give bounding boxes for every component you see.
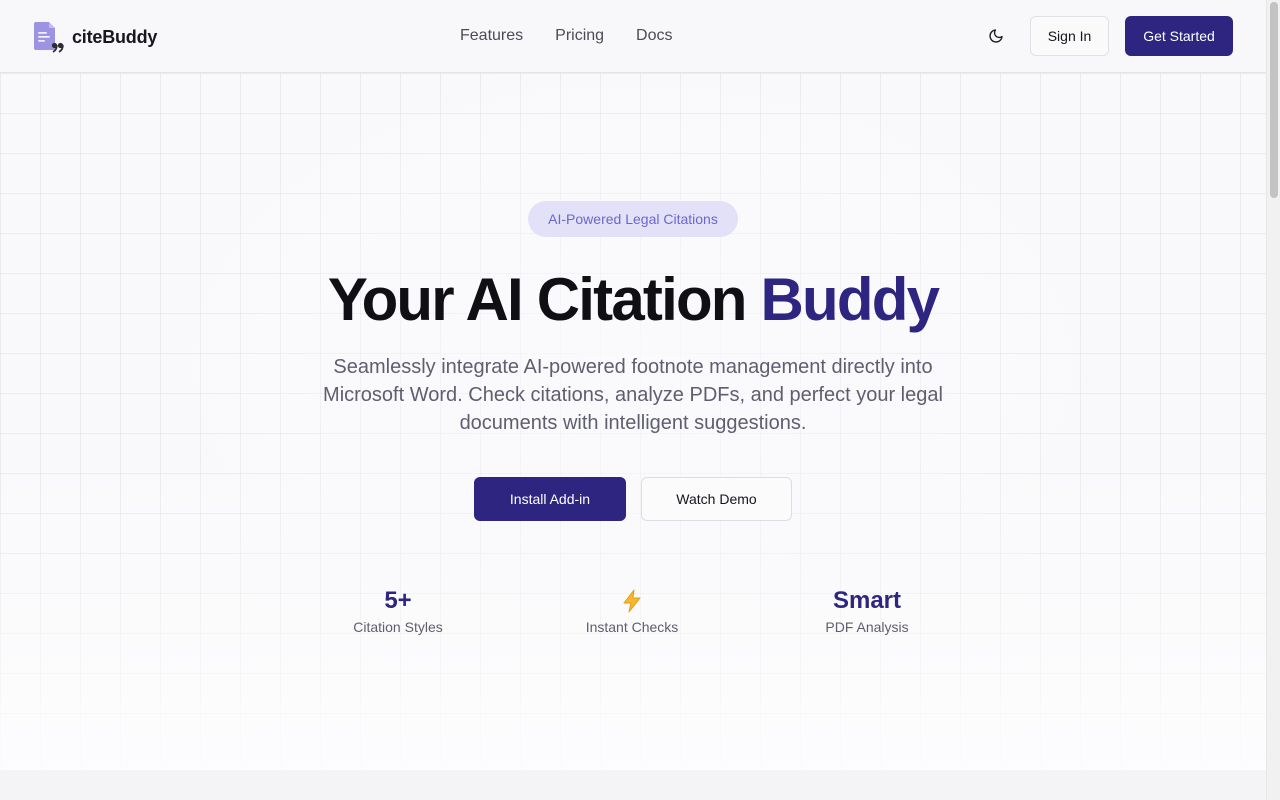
hero-headline: Your AI Citation Buddy (0, 265, 1266, 335)
main-nav: Features Pricing Docs (460, 26, 705, 46)
watch-demo-button[interactable]: Watch Demo (641, 477, 792, 521)
stat-value: 5+ (384, 587, 412, 614)
stat-label: PDF Analysis (825, 619, 909, 635)
install-add-in-button[interactable]: Install Add-in (474, 477, 626, 521)
brand-name: citeBuddy (72, 26, 158, 47)
scrollbar-thumb[interactable] (1270, 2, 1278, 198)
headline-accent: Buddy (760, 266, 940, 333)
page: citeBuddy Features Pricing Docs Sign In … (0, 0, 1266, 800)
stat-pdf-analysis: Smart PDF Analysis (777, 586, 957, 636)
headline-main: Your AI Citation (327, 266, 748, 333)
hero-subtext: Seamlessly integrate AI-powered footnote… (323, 356, 943, 434)
nav-link-pricing[interactable]: Pricing (555, 26, 604, 46)
get-started-button[interactable]: Get Started (1125, 16, 1233, 56)
next-section-band (0, 770, 1266, 800)
stat-instant-checks: Instant Checks (542, 586, 722, 636)
moon-icon (989, 29, 1003, 43)
hero-badge: AI-Powered Legal Citations (528, 201, 738, 237)
sign-in-button[interactable]: Sign In (1030, 16, 1109, 56)
stat-label: Citation Styles (353, 619, 443, 635)
logo[interactable]: citeBuddy (31, 21, 157, 53)
stat-citation-styles: 5+ Citation Styles (308, 586, 488, 636)
stat-value: Smart (832, 587, 902, 614)
stat-label: Instant Checks (585, 619, 679, 635)
theme-toggle-button[interactable] (982, 22, 1010, 50)
nav-link-docs[interactable]: Docs (636, 26, 672, 46)
document-quote-icon (31, 21, 64, 53)
vertical-scrollbar[interactable] (1266, 0, 1280, 800)
nav-link-features[interactable]: Features (460, 26, 523, 46)
hero-section: AI-Powered Legal Citations Your AI Citat… (0, 73, 1266, 770)
site-header: citeBuddy Features Pricing Docs Sign In … (0, 0, 1266, 73)
lightning-icon (542, 586, 722, 616)
